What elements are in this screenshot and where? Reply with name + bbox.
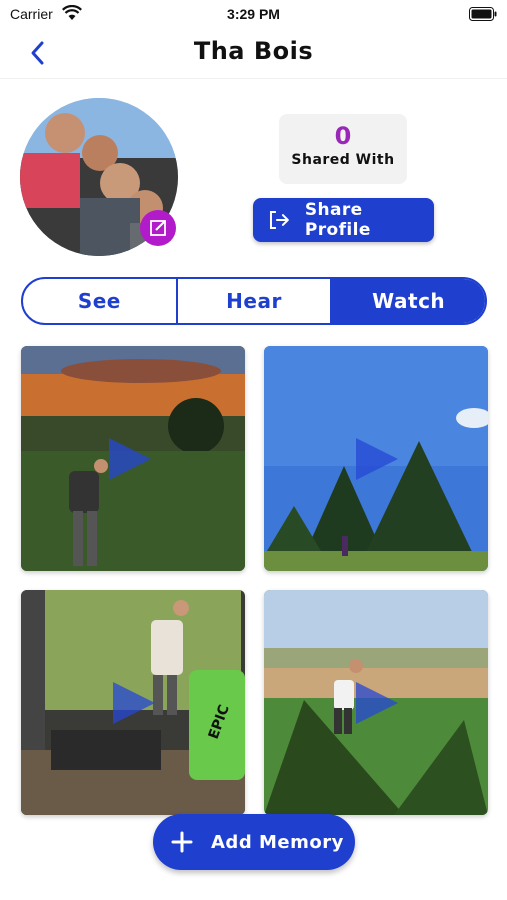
tab-hear[interactable]: Hear — [178, 279, 333, 323]
profile-avatar[interactable] — [20, 98, 178, 256]
add-memory-label: Add Memory — [211, 831, 344, 853]
page-title: Tha Bois — [193, 37, 314, 65]
add-memory-button[interactable]: Add Memory — [153, 814, 355, 870]
shared-count: 0 — [334, 122, 352, 150]
video-thumbnail: EPIC — [21, 590, 245, 815]
video-thumbnail — [264, 590, 488, 815]
shared-with-card: 0 Shared With — [279, 114, 407, 184]
share-profile-label: Share Profile — [304, 200, 371, 240]
video-tile[interactable] — [264, 346, 488, 571]
share-icon — [269, 211, 289, 229]
video-tile[interactable]: EPIC — [21, 590, 245, 815]
video-tile[interactable] — [264, 590, 488, 815]
nav-bar: Tha Bois — [0, 30, 507, 79]
battery-icon — [469, 7, 497, 25]
status-bar: Carrier 3:29 PM — [0, 0, 507, 30]
video-tile[interactable] — [21, 346, 245, 571]
tab-watch[interactable]: Watch — [332, 279, 485, 323]
edit-avatar-button[interactable] — [140, 210, 176, 246]
share-profile-button[interactable]: Share Profile — [253, 198, 434, 242]
shared-with-label: Shared With — [291, 152, 395, 168]
video-thumbnail — [21, 346, 245, 571]
tab-see[interactable]: See — [23, 279, 178, 323]
status-time: 3:29 PM — [227, 6, 280, 22]
edit-icon — [150, 220, 166, 236]
media-type-tabs: See Hear Watch — [21, 277, 487, 325]
video-thumbnail — [264, 346, 488, 571]
plus-icon — [171, 831, 193, 853]
